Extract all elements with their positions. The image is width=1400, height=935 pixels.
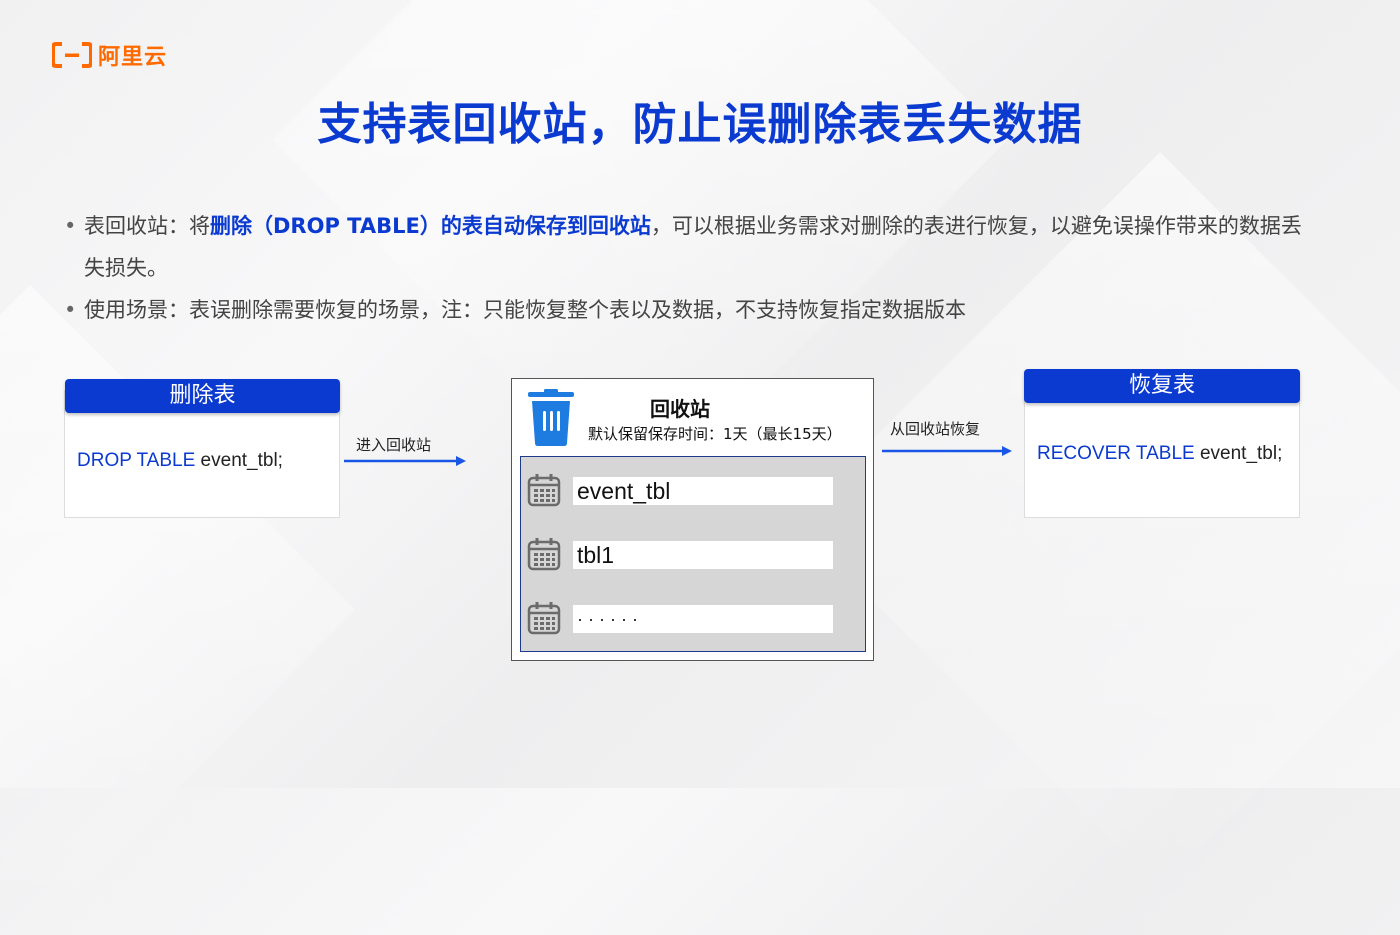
trash-bin-icon xyxy=(528,389,574,446)
drop-table-header: 删除表 xyxy=(65,379,340,413)
recycle-bin-title: 回收站 xyxy=(650,397,710,421)
recycle-bin-list: event_tbl tbl1 · · · · · · xyxy=(520,456,866,652)
list-item: event_tbl xyxy=(527,471,847,511)
recover-table-sql: RECOVER TABLE event_tbl; xyxy=(1037,443,1282,465)
bullet-highlight: 删除（DROP TABLE）的表自动保存到回收站 xyxy=(210,214,651,238)
calendar-table-icon xyxy=(527,474,561,507)
recycle-bin-panel: 回收站 默认保留保存时间：1天（最长15天） event_tbl tbl1 · … xyxy=(511,378,874,661)
page-title: 支持表回收站，防止误删除表丢失数据 xyxy=(317,99,1083,150)
logo-text: 阿里云 xyxy=(98,45,168,70)
bullet-list: 表回收站：将删除（DROP TABLE）的表自动保存到回收站，可以根据业务需求对… xyxy=(62,205,1322,331)
sql-keyword: RECOVER TABLE xyxy=(1037,443,1195,464)
table-name-more: · · · · · · xyxy=(573,605,833,633)
table-name: tbl1 xyxy=(573,541,833,569)
arrow-right-icon xyxy=(882,446,1012,456)
recover-table-header: 恢复表 xyxy=(1024,369,1300,403)
calendar-table-icon xyxy=(527,538,561,571)
drop-table-sql: DROP TABLE event_tbl; xyxy=(77,450,283,472)
sql-keyword: DROP TABLE xyxy=(77,450,196,471)
aliyun-logo-icon xyxy=(52,42,92,68)
arrow-in-label: 进入回收站 xyxy=(356,436,432,454)
recycle-bin-retention: 默认保留保存时间：1天（最长15天） xyxy=(588,425,842,443)
aliyun-logo: 阿里云 xyxy=(52,40,167,70)
bullet-text: 使用场景：表误删除需要恢复的场景，注：只能恢复整个表以及数据，不支持恢复指定数据… xyxy=(84,298,966,322)
sql-object: event_tbl; xyxy=(195,450,283,471)
sql-object: event_tbl; xyxy=(1194,443,1283,464)
arrow-right-icon xyxy=(344,456,466,466)
list-item: · · · · · · xyxy=(527,599,847,639)
list-item: tbl1 xyxy=(527,535,847,575)
arrow-out-label: 从回收站恢复 xyxy=(890,420,981,438)
bullet-text: 表回收站：将 xyxy=(84,214,210,238)
table-name: event_tbl xyxy=(573,477,833,505)
calendar-table-icon xyxy=(527,602,561,635)
bullet-item-recycle-bin: 表回收站：将删除（DROP TABLE）的表自动保存到回收站，可以根据业务需求对… xyxy=(62,205,1322,289)
bullet-item-scenario: 使用场景：表误删除需要恢复的场景，注：只能恢复整个表以及数据，不支持恢复指定数据… xyxy=(62,289,1322,331)
